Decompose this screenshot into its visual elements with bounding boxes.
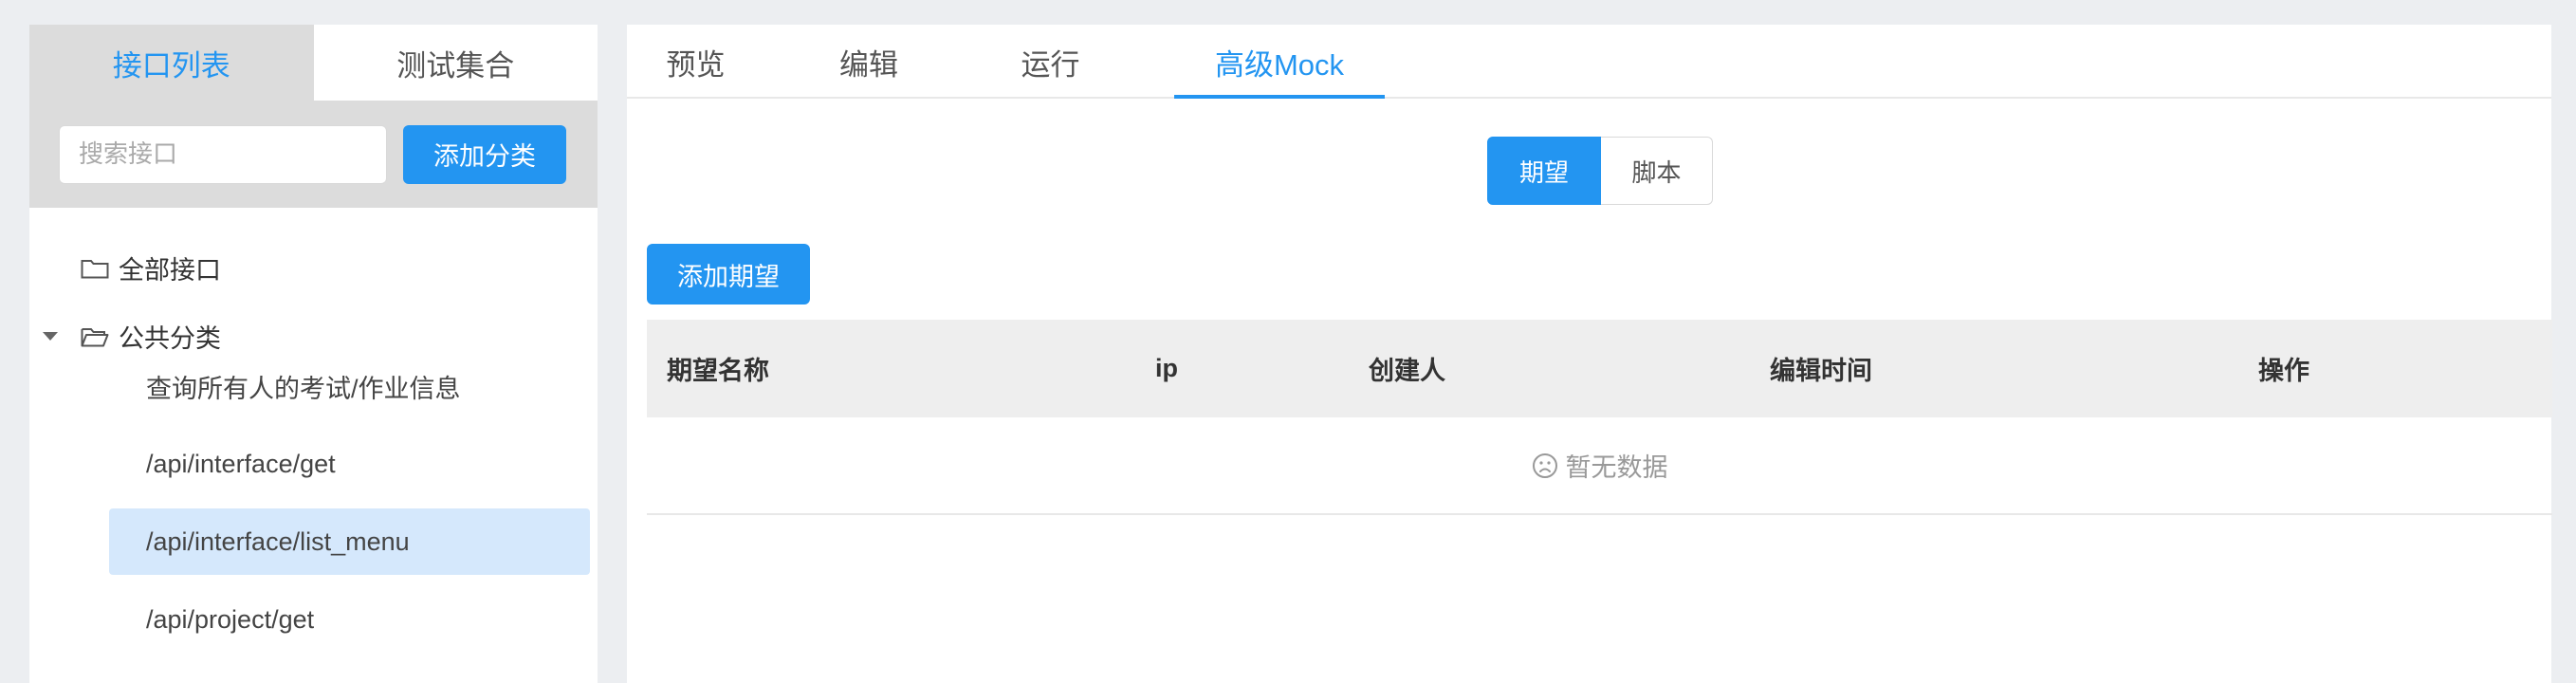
segment-expectation[interactable]: 期望	[1487, 137, 1601, 205]
tab-interface-list[interactable]: 接口列表	[29, 25, 314, 101]
list-item[interactable]: 查询所有人的考试/作业信息	[109, 353, 590, 419]
interface-label: /api/project/get	[146, 604, 315, 634]
tree-all-interfaces[interactable]: 全部接口	[81, 249, 221, 286]
list-item-selected[interactable]: /api/interface/list_menu	[109, 508, 590, 575]
tree-all-label: 全部接口	[119, 256, 221, 285]
list-item[interactable]: /api/interface/get	[109, 431, 590, 497]
main-panel: 预览 编辑 运行 高级Mock 期望 脚本 添加期望 期望名称 ip 创建人 编…	[627, 25, 2552, 683]
empty-text: 暂无数据	[1565, 453, 1668, 482]
folder-open-icon	[81, 327, 109, 346]
add-expectation-button[interactable]: 添加期望	[647, 244, 810, 305]
search-bar: 添加分类	[29, 101, 598, 208]
column-header-name: 期望名称	[667, 357, 769, 385]
add-category-button[interactable]: 添加分类	[403, 124, 566, 184]
interface-label: /api/interface/list_menu	[146, 526, 410, 556]
expectation-table: 期望名称 ip 创建人 编辑时间 操作 暂无数据	[647, 320, 2552, 515]
column-header-edit-time: 编辑时间	[1770, 357, 1872, 385]
main-tabs: 预览 编辑 运行 高级Mock	[627, 25, 2551, 99]
tab-advanced-mock[interactable]: 高级Mock	[1174, 25, 1385, 99]
tab-preview[interactable]: 预览	[627, 25, 764, 99]
search-input[interactable]	[59, 124, 387, 184]
interface-label: 查询所有人的考试/作业信息	[146, 374, 461, 403]
caret-down-icon[interactable]	[43, 332, 58, 341]
sidebar: 接口列表 测试集合 添加分类 全部接口 公共分类 查询所有人的考试/作业信息 /…	[29, 25, 598, 683]
tree-category-label: 公共分类	[119, 324, 221, 353]
column-header-ip: ip	[1155, 354, 1178, 382]
tab-test-collection[interactable]: 测试集合	[313, 25, 598, 101]
tab-edit[interactable]: 编辑	[802, 25, 935, 99]
tree-category-public[interactable]: 公共分类	[81, 318, 221, 355]
table-header: 期望名称 ip 创建人 编辑时间 操作	[647, 320, 2552, 417]
column-header-creator: 创建人	[1369, 357, 1445, 385]
interface-label: /api/interface/get	[146, 449, 336, 478]
sidebar-tabs: 接口列表 测试集合	[29, 25, 598, 101]
tab-run[interactable]: 运行	[982, 25, 1119, 99]
table-empty-state: 暂无数据	[647, 417, 2552, 515]
list-item[interactable]: /api/project/get	[109, 586, 590, 653]
column-header-actions: 操作	[2258, 357, 2309, 385]
active-tab-indicator	[1174, 95, 1385, 99]
frown-icon	[1532, 452, 1557, 478]
folder-icon	[81, 259, 109, 278]
segment-script[interactable]: 脚本	[1601, 137, 1713, 205]
mode-segmented-control: 期望 脚本	[1487, 137, 1713, 205]
